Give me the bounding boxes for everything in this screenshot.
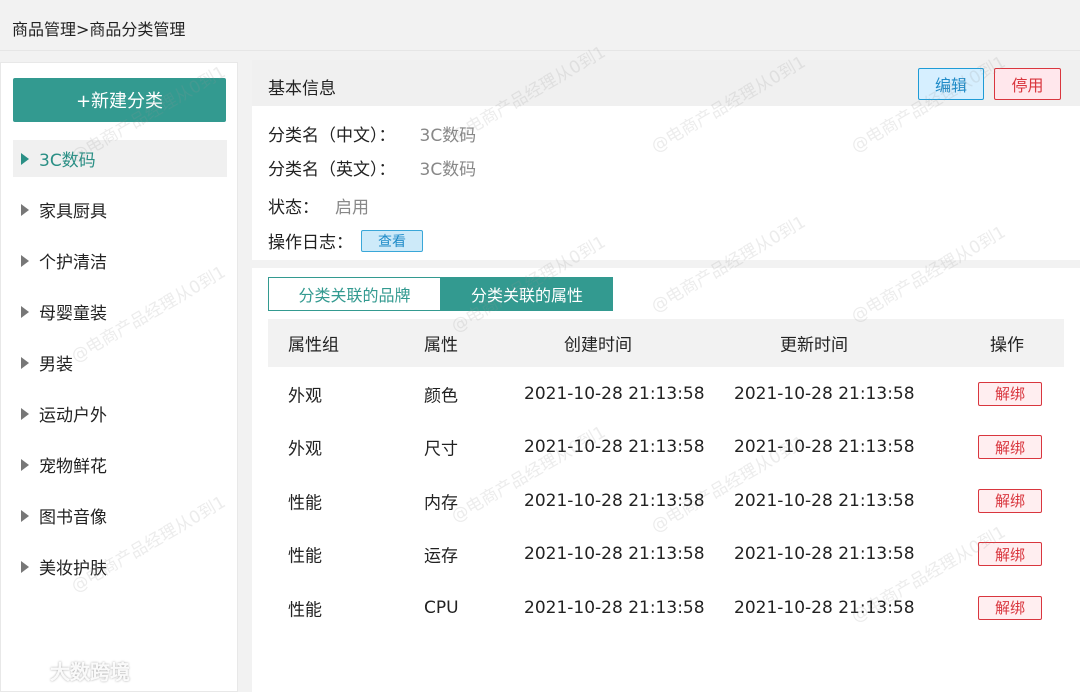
- caret-right-icon: [21, 305, 29, 318]
- category-item-personal-care[interactable]: 个护清洁: [13, 242, 227, 279]
- table-row: 外观 颜色 2021-10-28 21:13:58 2021-10-28 21:…: [268, 367, 1064, 421]
- breadcrumb: 商品管理>商品分类管理: [12, 20, 186, 39]
- cell-attribute: 运存: [424, 546, 458, 567]
- status-label: 状态：: [268, 198, 319, 218]
- category-item-furniture[interactable]: 家具厨具: [13, 191, 227, 228]
- category-label: 家具厨具: [39, 202, 107, 222]
- cell-created: 2021-10-28 21:13:58: [524, 490, 705, 511]
- category-label: 运动户外: [39, 406, 107, 426]
- status-row: 状态： 启用: [268, 193, 369, 218]
- header-action: 操作: [990, 335, 1024, 356]
- caret-right-icon: [21, 458, 29, 471]
- header-updated: 更新时间: [780, 335, 848, 356]
- category-label: 图书音像: [39, 508, 107, 528]
- name-cn-row: 分类名（中文）： 3C数码: [268, 121, 476, 146]
- caret-right-icon: [21, 356, 29, 369]
- header-attribute: 属性: [424, 335, 458, 356]
- caret-right-icon: [21, 407, 29, 420]
- category-item-menswear[interactable]: 男装: [13, 344, 227, 381]
- cell-updated: 2021-10-28 21:13:58: [734, 437, 915, 458]
- cell-updated: 2021-10-28 21:13:58: [734, 597, 915, 618]
- name-en-row: 分类名（英文）： 3C数码: [268, 155, 476, 180]
- basic-info-panel: 基本信息 编辑 停用 分类名（中文）： 3C数码 分类名（英文）： 3C数码 状…: [252, 60, 1080, 260]
- caret-right-icon: [21, 254, 29, 267]
- name-cn-label: 分类名（中文）：: [268, 126, 396, 146]
- cell-created: 2021-10-28 21:13:58: [524, 544, 705, 565]
- unbind-button[interactable]: 解绑: [978, 435, 1042, 460]
- cell-updated: 2021-10-28 21:13:58: [734, 383, 915, 404]
- cell-attribute: 内存: [424, 493, 458, 514]
- cell-group: 性能: [288, 600, 322, 621]
- header-created: 创建时间: [564, 335, 632, 356]
- log-row: 操作日志： 查看: [268, 228, 423, 253]
- cell-attribute: CPU: [424, 597, 459, 618]
- category-label: 男装: [39, 355, 73, 375]
- cell-created: 2021-10-28 21:13:58: [524, 437, 705, 458]
- table-row: 性能 CPU 2021-10-28 21:13:58 2021-10-28 21…: [268, 581, 1064, 635]
- category-item-books[interactable]: 图书音像: [13, 497, 227, 534]
- edit-button[interactable]: 编辑: [918, 68, 984, 100]
- name-cn-value: 3C数码: [419, 126, 477, 146]
- category-label: 个护清洁: [39, 253, 107, 273]
- brand-logo: 大数跨境: [10, 656, 130, 685]
- disable-button[interactable]: 停用: [994, 68, 1061, 100]
- tab-related-attributes[interactable]: 分类关联的属性: [441, 277, 613, 311]
- brand-logo-text: 大数跨境: [50, 660, 130, 684]
- table-row: 性能 内存 2021-10-28 21:13:58 2021-10-28 21:…: [268, 474, 1064, 528]
- table-row: 外观 尺寸 2021-10-28 21:13:58 2021-10-28 21:…: [268, 421, 1064, 475]
- cell-group: 性能: [288, 546, 322, 567]
- name-en-label: 分类名（英文）：: [268, 160, 396, 180]
- category-item-sports[interactable]: 运动户外: [13, 395, 227, 432]
- cell-attribute: 颜色: [424, 386, 458, 407]
- table-header: 属性组 属性 创建时间 更新时间 操作: [268, 319, 1064, 367]
- category-list: 3C数码 家具厨具 个护清洁 母婴童装 男装 运动户外 宠物鲜花 图书音像 美妆…: [13, 140, 227, 599]
- caret-right-icon: [21, 509, 29, 522]
- cell-group: 外观: [288, 386, 322, 407]
- category-label: 美妆护肤: [39, 559, 107, 579]
- header-group: 属性组: [288, 335, 339, 356]
- basic-info-header: 基本信息 编辑 停用: [252, 60, 1080, 106]
- cell-created: 2021-10-28 21:13:58: [524, 383, 705, 404]
- caret-right-icon: [21, 152, 29, 165]
- logo-icon: [10, 658, 44, 683]
- top-bar: 商品管理>商品分类管理: [0, 0, 1080, 51]
- view-log-button[interactable]: 查看: [361, 229, 423, 252]
- tab-related-brands[interactable]: 分类关联的品牌: [268, 277, 441, 311]
- cell-created: 2021-10-28 21:13:58: [524, 597, 705, 618]
- category-label: 宠物鲜花: [39, 457, 107, 477]
- unbind-button[interactable]: 解绑: [978, 542, 1042, 567]
- cell-updated: 2021-10-28 21:13:58: [734, 490, 915, 511]
- category-item-baby[interactable]: 母婴童装: [13, 293, 227, 330]
- cell-group: 性能: [288, 493, 322, 514]
- caret-right-icon: [21, 560, 29, 573]
- category-sidebar: +新建分类 3C数码 家具厨具 个护清洁 母婴童装 男装 运动户外 宠物鲜花 图…: [0, 62, 238, 692]
- status-value: 启用: [335, 198, 369, 218]
- cell-group: 外观: [288, 439, 322, 460]
- category-item-pets[interactable]: 宠物鲜花: [13, 446, 227, 483]
- cell-attribute: 尺寸: [424, 439, 458, 460]
- category-item-3c[interactable]: 3C数码: [13, 140, 227, 177]
- relations-panel: 分类关联的品牌 分类关联的属性 属性组 属性 创建时间 更新时间 操作 外观 颜…: [252, 268, 1080, 692]
- basic-info-title: 基本信息: [268, 79, 336, 99]
- table-row: 性能 运存 2021-10-28 21:13:58 2021-10-28 21:…: [268, 528, 1064, 582]
- new-category-button[interactable]: +新建分类: [13, 78, 226, 122]
- category-label: 母婴童装: [39, 304, 107, 324]
- log-label: 操作日志：: [268, 233, 353, 253]
- cell-updated: 2021-10-28 21:13:58: [734, 544, 915, 565]
- name-en-value: 3C数码: [419, 160, 477, 180]
- unbind-button[interactable]: 解绑: [978, 488, 1042, 513]
- attribute-table: 属性组 属性 创建时间 更新时间 操作 外观 颜色 2021-10-28 21:…: [268, 319, 1064, 635]
- category-label: 3C数码: [39, 151, 96, 171]
- unbind-button[interactable]: 解绑: [978, 595, 1042, 620]
- unbind-button[interactable]: 解绑: [978, 381, 1042, 406]
- category-item-beauty[interactable]: 美妆护肤: [13, 548, 227, 585]
- caret-right-icon: [21, 203, 29, 216]
